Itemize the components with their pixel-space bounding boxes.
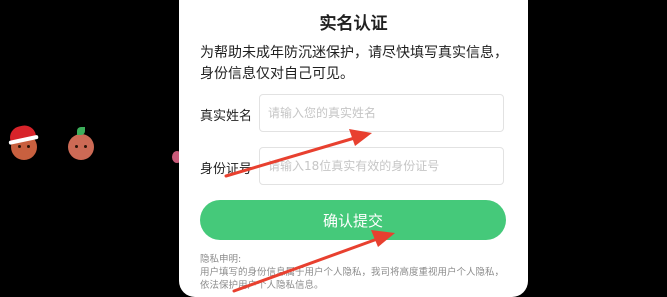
arrow-to-name-input: [224, 129, 372, 178]
annotation-arrows: [224, 129, 395, 293]
arrow-to-confirm-button: [232, 230, 395, 293]
